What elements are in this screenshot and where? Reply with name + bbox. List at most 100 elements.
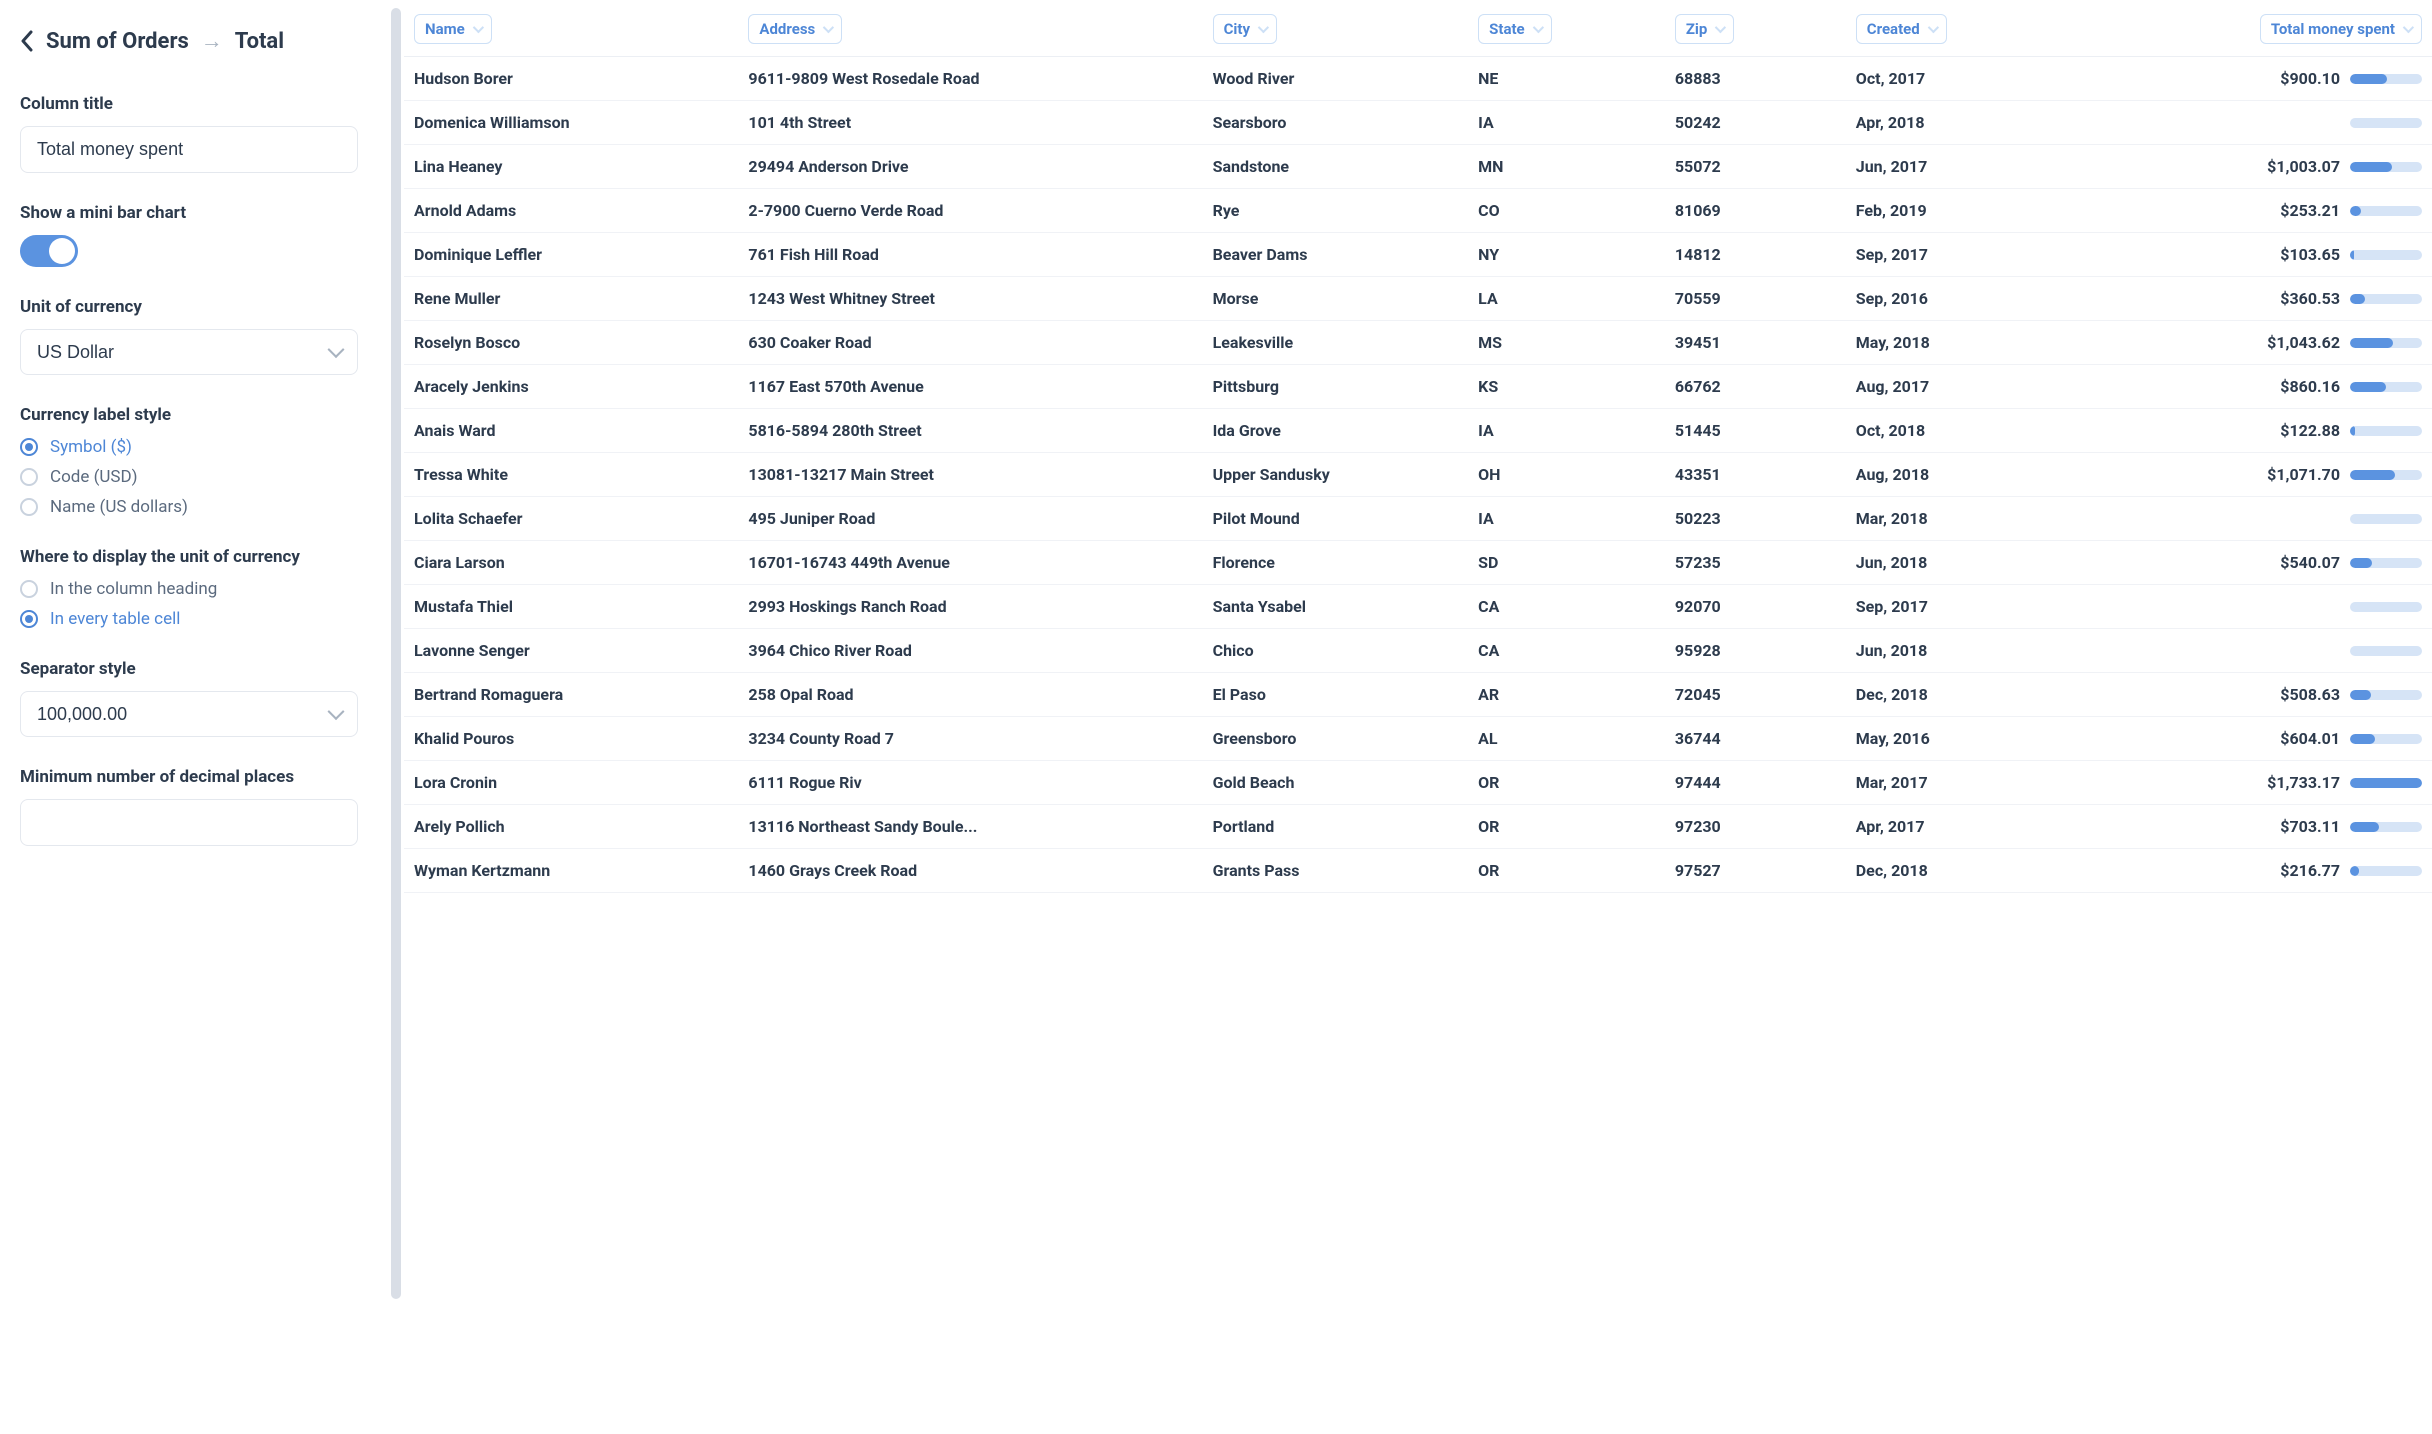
table-row[interactable]: Lina Heaney29494 Anderson DriveSandstone… bbox=[404, 145, 2432, 189]
cell-zip: 68883 bbox=[1665, 57, 1846, 101]
table-row[interactable]: Khalid Pouros3234 County Road 7Greensbor… bbox=[404, 717, 2432, 761]
table-row[interactable]: Lavonne Senger3964 Chico River RoadChico… bbox=[404, 629, 2432, 673]
total-value: $360.53 bbox=[2262, 289, 2340, 308]
cell-state: CA bbox=[1468, 585, 1665, 629]
column-header-button[interactable]: Zip bbox=[1675, 14, 1735, 44]
scrollbar-thumb[interactable] bbox=[391, 8, 401, 1299]
cell-total: $703.11 bbox=[2078, 805, 2432, 849]
table-row[interactable]: Ciara Larson16701-16743 449th AvenueFlor… bbox=[404, 541, 2432, 585]
mini-bar bbox=[2350, 558, 2422, 568]
cell-address: 258 Opal Road bbox=[738, 673, 1202, 717]
cell-total: $540.07 bbox=[2078, 541, 2432, 585]
table-row[interactable]: Arely Pollich13116 Northeast Sandy Boule… bbox=[404, 805, 2432, 849]
table-row[interactable]: Arnold Adams2-7900 Cuerno Verde RoadRyeC… bbox=[404, 189, 2432, 233]
table-row[interactable]: Rene Muller1243 West Whitney StreetMorse… bbox=[404, 277, 2432, 321]
mini-bar-toggle[interactable] bbox=[20, 235, 78, 267]
cell-name: Arnold Adams bbox=[404, 189, 738, 233]
column-title-input[interactable] bbox=[20, 126, 358, 173]
separator-select[interactable]: 100,000.00 bbox=[20, 691, 358, 737]
cell-name: Mustafa Thiel bbox=[404, 585, 738, 629]
cell-total: $122.88 bbox=[2078, 409, 2432, 453]
mini-bar bbox=[2350, 294, 2422, 304]
cell-name: Tressa White bbox=[404, 453, 738, 497]
cell-city: El Paso bbox=[1203, 673, 1469, 717]
cell-state: CO bbox=[1468, 189, 1665, 233]
cell-state: IA bbox=[1468, 409, 1665, 453]
cell-created: Mar, 2017 bbox=[1846, 761, 2078, 805]
cell-zip: 97444 bbox=[1665, 761, 1846, 805]
mini-bar bbox=[2350, 338, 2422, 348]
total-value: $1,071.70 bbox=[2262, 465, 2340, 484]
cell-zip: 14812 bbox=[1665, 233, 1846, 277]
cell-zip: 36744 bbox=[1665, 717, 1846, 761]
cell-zip: 50242 bbox=[1665, 101, 1846, 145]
cell-name: Anais Ward bbox=[404, 409, 738, 453]
back-icon[interactable] bbox=[20, 30, 34, 52]
column-header-button[interactable]: City bbox=[1213, 14, 1277, 44]
cell-address: 1460 Grays Creek Road bbox=[738, 849, 1202, 893]
cell-address: 16701-16743 449th Avenue bbox=[738, 541, 1202, 585]
table-row[interactable]: Aracely Jenkins1167 East 570th AvenuePit… bbox=[404, 365, 2432, 409]
cell-zip: 55072 bbox=[1665, 145, 1846, 189]
table-row[interactable]: Hudson Borer9611-9809 West Rosedale Road… bbox=[404, 57, 2432, 101]
label-style-option[interactable]: Symbol ($) bbox=[20, 437, 358, 457]
sidebar-scrollbar[interactable] bbox=[388, 0, 404, 1434]
cell-state: AR bbox=[1468, 673, 1665, 717]
cell-total bbox=[2078, 101, 2432, 145]
mini-bar-fill bbox=[2350, 250, 2354, 260]
chevron-down-icon bbox=[1258, 22, 1269, 33]
display-unit-option[interactable]: In the column heading bbox=[20, 579, 358, 599]
label-style-option[interactable]: Code (USD) bbox=[20, 467, 358, 487]
column-header-button[interactable]: Created bbox=[1856, 14, 1947, 44]
mini-bar bbox=[2350, 866, 2422, 876]
table-row[interactable]: Anais Ward5816-5894 280th StreetIda Grov… bbox=[404, 409, 2432, 453]
cell-zip: 50223 bbox=[1665, 497, 1846, 541]
cell-city: Searsboro bbox=[1203, 101, 1469, 145]
total-value: $216.77 bbox=[2262, 861, 2340, 880]
mini-bar-fill bbox=[2350, 734, 2375, 744]
display-unit-section: Where to display the unit of currency In… bbox=[20, 547, 358, 629]
cell-city: Santa Ysabel bbox=[1203, 585, 1469, 629]
cell-zip: 66762 bbox=[1665, 365, 1846, 409]
cell-created: Oct, 2018 bbox=[1846, 409, 2078, 453]
min-decimals-label: Minimum number of decimal places bbox=[20, 767, 358, 787]
cell-address: 761 Fish Hill Road bbox=[738, 233, 1202, 277]
table-row[interactable]: Roselyn Bosco630 Coaker RoadLeakesvilleM… bbox=[404, 321, 2432, 365]
cell-state: MN bbox=[1468, 145, 1665, 189]
table-row[interactable]: Bertrand Romaguera258 Opal RoadEl PasoAR… bbox=[404, 673, 2432, 717]
cell-created: Sep, 2017 bbox=[1846, 233, 2078, 277]
currency-unit-select[interactable]: US Dollar bbox=[20, 329, 358, 375]
radio-icon bbox=[20, 580, 38, 598]
column-header-button[interactable]: Total money spent bbox=[2260, 14, 2422, 44]
table-row[interactable]: Domenica Williamson101 4th StreetSearsbo… bbox=[404, 101, 2432, 145]
table-row[interactable]: Tressa White13081-13217 Main StreetUpper… bbox=[404, 453, 2432, 497]
mini-bar-fill bbox=[2350, 690, 2371, 700]
table-row[interactable]: Dominique Leffler761 Fish Hill RoadBeave… bbox=[404, 233, 2432, 277]
cell-state: OR bbox=[1468, 849, 1665, 893]
table-row[interactable]: Lora Cronin6111 Rogue RivGold BeachOR974… bbox=[404, 761, 2432, 805]
cell-state: OR bbox=[1468, 761, 1665, 805]
cell-total: $1,003.07 bbox=[2078, 145, 2432, 189]
display-unit-option[interactable]: In every table cell bbox=[20, 609, 358, 629]
cell-total: $253.21 bbox=[2078, 189, 2432, 233]
table-row[interactable]: Wyman Kertzmann1460 Grays Creek RoadGran… bbox=[404, 849, 2432, 893]
radio-label: Symbol ($) bbox=[50, 437, 132, 457]
cell-total bbox=[2078, 585, 2432, 629]
cell-address: 630 Coaker Road bbox=[738, 321, 1202, 365]
cell-address: 1243 West Whitney Street bbox=[738, 277, 1202, 321]
cell-address: 5816-5894 280th Street bbox=[738, 409, 1202, 453]
settings-sidebar: Sum of Orders → Total Column title Show … bbox=[0, 0, 388, 1434]
cell-address: 13081-13217 Main Street bbox=[738, 453, 1202, 497]
column-header-button[interactable]: Name bbox=[414, 14, 492, 44]
radio-icon bbox=[20, 610, 38, 628]
min-decimals-input[interactable] bbox=[20, 799, 358, 846]
column-header-button[interactable]: State bbox=[1478, 14, 1552, 44]
table-row[interactable]: Lolita Schaefer495 Juniper RoadPilot Mou… bbox=[404, 497, 2432, 541]
total-value: $1,043.62 bbox=[2262, 333, 2340, 352]
mini-bar-fill bbox=[2350, 558, 2372, 568]
label-style-option[interactable]: Name (US dollars) bbox=[20, 497, 358, 517]
mini-bar bbox=[2350, 470, 2422, 480]
breadcrumb: Sum of Orders → Total bbox=[20, 28, 358, 54]
table-row[interactable]: Mustafa Thiel2993 Hoskings Ranch RoadSan… bbox=[404, 585, 2432, 629]
column-header-button[interactable]: Address bbox=[748, 14, 842, 44]
